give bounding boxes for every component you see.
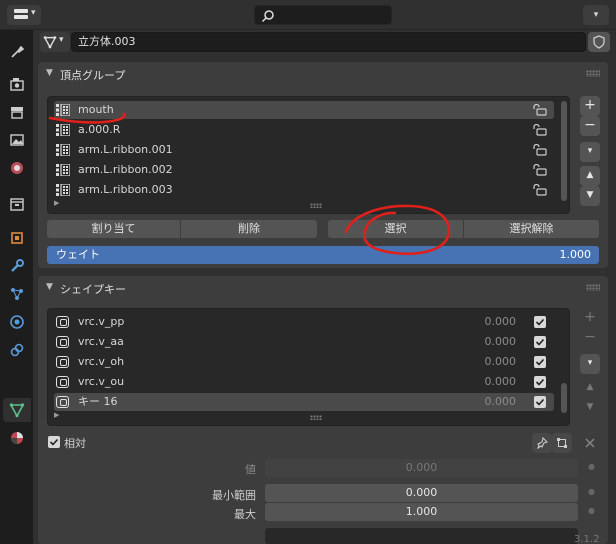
annotation-overlay	[48, 112, 451, 255]
underline-annotation	[48, 112, 126, 124]
circle-annotation	[344, 204, 451, 255]
